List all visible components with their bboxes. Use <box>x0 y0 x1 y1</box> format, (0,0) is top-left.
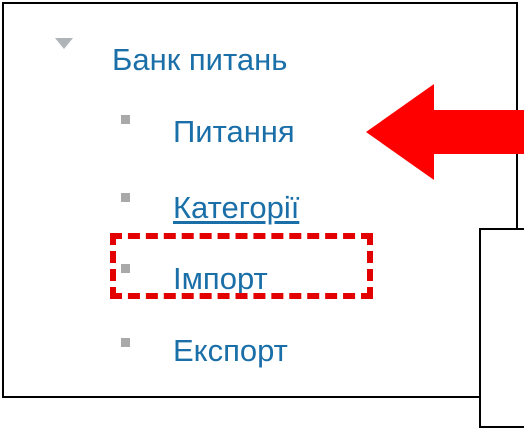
menu-item-export[interactable]: Експорт <box>173 333 288 369</box>
red-pointer-arrow-icon <box>366 84 524 180</box>
collapse-toggle-icon[interactable] <box>55 38 73 49</box>
bullet-icon <box>121 193 130 202</box>
section-question-bank-link[interactable]: Банк питань <box>112 42 287 78</box>
overlay-panel <box>479 228 524 428</box>
menu-panel: Банк питань Питання Категорії Імпорт Екс… <box>2 2 524 428</box>
menu-item-categories[interactable]: Категорії <box>173 190 299 226</box>
menu-item-questions[interactable]: Питання <box>173 114 295 150</box>
import-highlight-box <box>110 233 373 299</box>
bullet-icon <box>121 115 130 124</box>
bullet-icon <box>121 338 130 347</box>
